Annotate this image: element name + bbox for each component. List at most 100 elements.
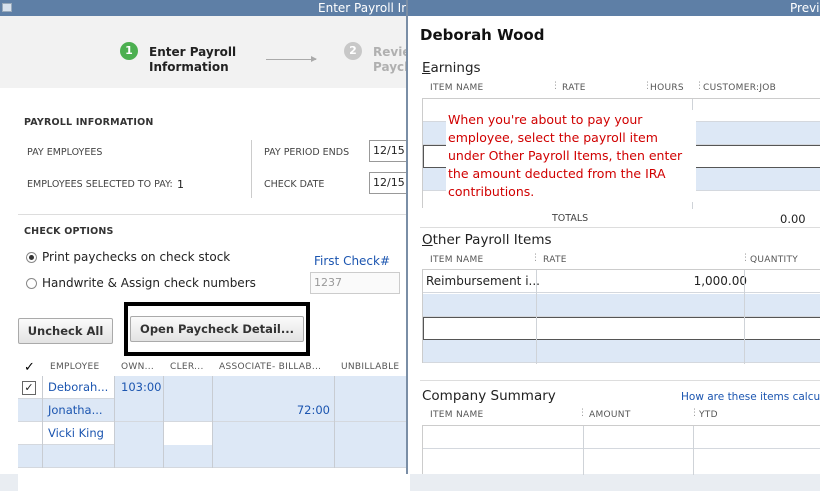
handwrite-checks-radio[interactable] [26,278,37,289]
own-cell[interactable]: 103:00 [115,376,164,399]
associate-cell[interactable] [213,422,335,445]
check-date-label: CHECK DATE [264,179,325,190]
employees-selected-count: 1 [177,178,184,191]
totals-label: TOTALS [552,213,589,224]
employee-name: Deborah Wood [420,26,545,44]
unbillable-cell[interactable] [335,376,410,399]
own-cell[interactable] [115,445,164,468]
unbillable-cell[interactable] [335,399,410,422]
column-separator-icon: ⋮ [531,253,540,263]
step-arrow-icon [266,56,317,62]
company-summary-title: Company Summary [422,388,556,404]
step-2-icon[interactable]: 2 [344,42,362,60]
other-payroll-table[interactable]: Reimbursement i... 1,000.00 [422,269,820,364]
divider [420,227,820,228]
other-header-rate[interactable]: RATE [543,255,567,265]
grid-header-own[interactable]: OWN... [121,362,154,372]
check-options-title: CHECK OPTIONS [24,226,114,237]
grid-header-employee[interactable]: EMPLOYEE [50,362,99,372]
summary-header-ytd[interactable]: YTD [699,410,718,420]
table-row[interactable]: Reimbursement i... 1,000.00 [423,270,820,293]
payroll-item-cell[interactable]: Reimbursement i... [426,274,540,288]
unbillable-cell[interactable] [335,422,410,445]
wizard-steps: 1 Enter Payroll Information 2 Revie Payc… [0,16,413,88]
totals-value: 0.00 [780,212,806,226]
cler-cell[interactable] [164,399,213,422]
pay-employees-label: PAY EMPLOYEES [27,147,103,158]
window-titlebar[interactable]: Enter Payroll In [0,0,410,16]
own-cell[interactable] [115,399,164,422]
table-row[interactable] [18,468,410,491]
check-column-icon[interactable]: ✓ [24,360,35,375]
earnings-header-customer-job[interactable]: CUSTOMER:JOB [703,83,776,93]
row-checkbox[interactable] [18,422,43,445]
window-title: Previe [790,1,820,15]
earnings-title: Earnings [422,60,481,76]
summary-header-item[interactable]: ITEM NAME [430,410,484,420]
summary-header-amount[interactable]: AMOUNT [589,410,631,420]
earnings-header-item[interactable]: ITEM NAME [430,83,484,93]
associate-cell[interactable] [213,445,335,468]
earnings-header-rate[interactable]: RATE [562,83,586,93]
other-header-quantity[interactable]: QUANTITY [750,255,798,265]
table-row[interactable]: ✓ Deborah... 103:00 [18,376,410,399]
column-separator-icon: ⋮ [741,253,750,263]
associate-cell[interactable]: 72:00 [213,399,335,422]
step-1-label: Enter Payroll Information [149,45,237,74]
pay-period-ends-field[interactable]: 12/15 [369,140,409,162]
employee-cell[interactable]: Jonatha... [43,399,115,422]
first-check-label: First Check# [314,254,391,268]
column-separator-icon: ⋮ [578,408,587,418]
cler-cell[interactable] [164,445,213,468]
enter-payroll-window: Enter Payroll In 1 Enter Payroll Informa… [0,0,413,491]
other-header-item[interactable]: ITEM NAME [430,255,484,265]
highlight-box [124,302,310,356]
row-checkbox[interactable]: ✓ [18,376,43,399]
cler-cell[interactable] [164,376,213,399]
window-titlebar[interactable]: Previe [408,0,820,16]
print-paychecks-radio[interactable] [26,252,37,263]
tutorial-annotation: When you're about to pay your employee, … [446,110,696,202]
cler-cell[interactable] [164,422,213,445]
column-divider [693,426,694,475]
table-row[interactable] [423,426,820,449]
window-title: Enter Payroll In [318,1,409,15]
uncheck-all-button[interactable]: Uncheck All [18,318,113,344]
preview-paycheck-window: Previe Deborah Wood Earnings ITEM NAME ⋮… [406,0,820,475]
check-date-field[interactable]: 12/15 [369,172,409,194]
company-summary-table[interactable] [422,425,820,475]
unbillable-cell[interactable] [335,445,410,468]
system-menu-icon[interactable] [2,3,12,12]
column-divider [583,426,584,475]
earnings-header-hours[interactable]: HOURS [650,83,684,93]
divider [18,214,410,215]
payroll-rate-cell[interactable]: 1,000.00 [667,274,747,288]
table-row[interactable]: Vicki King [18,422,410,445]
associate-cell[interactable] [213,376,335,399]
employee-cell[interactable]: Vicki King [43,422,115,445]
first-check-field[interactable]: 1237 [310,272,400,294]
table-row[interactable] [423,317,820,340]
table-row[interactable]: Jonatha... 72:00 [18,399,410,422]
print-paychecks-label[interactable]: Print paychecks on check stock [42,250,230,264]
handwrite-checks-label[interactable]: Handwrite & Assign check numbers [42,276,256,290]
employee-cell[interactable] [43,445,115,468]
row-check-icon[interactable]: ✓ [22,381,36,395]
divider [251,140,252,198]
column-divider [744,270,745,364]
column-separator-icon: ⋮ [690,408,699,418]
grid-header-associate[interactable]: ASSOCIATE- BILLAB... [219,362,321,372]
grid-header-cler[interactable]: CLER... [170,362,204,372]
column-divider [536,270,537,364]
row-checkbox[interactable] [18,399,43,422]
row-checkbox[interactable] [18,445,43,468]
table-row[interactable] [423,340,820,363]
table-row[interactable] [18,445,410,468]
grid-header-unbillable[interactable]: UNBILLABLE [341,362,399,372]
own-cell[interactable] [115,422,164,445]
calculation-help-link[interactable]: How are these items calculat [681,391,820,403]
other-payroll-items-title: Other Payroll Items [422,232,552,248]
pay-period-ends-label: PAY PERIOD ENDS [264,147,350,158]
table-row[interactable] [423,294,820,317]
employee-cell[interactable]: Deborah... [43,376,115,399]
